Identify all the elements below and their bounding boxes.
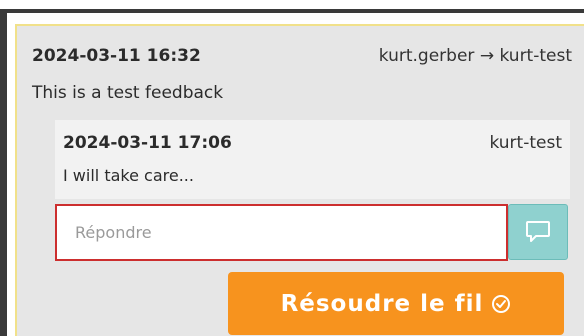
reply-header: 2024-03-11 17:06 kurt-test: [63, 130, 562, 156]
feedback-thread-panel: 2024-03-11 16:32 kurt.gerber → kurt-test…: [15, 24, 584, 336]
resolve-thread-label: Résoudre le fil: [280, 290, 484, 317]
send-reply-button[interactable]: [508, 204, 568, 260]
reply-item: 2024-03-11 17:06 kurt-test I will take c…: [55, 120, 570, 199]
reply-author: kurt-test: [489, 133, 562, 153]
reply-message: I will take care...: [63, 166, 194, 185]
feedback-authors: kurt.gerber → kurt-test: [378, 46, 572, 66]
speech-bubble-icon: [526, 221, 550, 242]
feedback-header: 2024-03-11 16:32 kurt.gerber → kurt-test: [32, 43, 572, 69]
check-circle-icon: [492, 294, 511, 313]
resolve-thread-button[interactable]: Résoudre le fil: [228, 272, 564, 335]
window-top-edge: [0, 0, 584, 13]
reply-timestamp: 2024-03-11 17:06: [63, 133, 232, 153]
window-left-edge: [0, 13, 7, 336]
feedback-message: This is a test feedback: [32, 83, 224, 103]
reply-input[interactable]: [55, 204, 508, 261]
feedback-timestamp: 2024-03-11 16:32: [32, 46, 201, 66]
